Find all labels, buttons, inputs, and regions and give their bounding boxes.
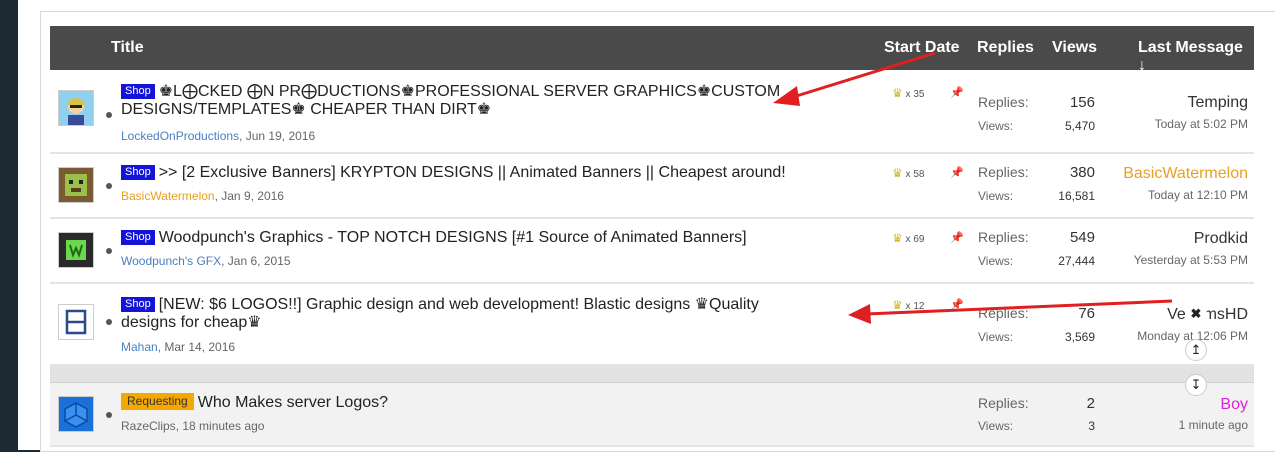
annotation-arrow-1	[789, 51, 936, 100]
annotation-arrowhead-2	[848, 304, 871, 324]
close-icon[interactable]: ✖	[1185, 304, 1207, 326]
scroll-up-icon[interactable]: ↥	[1185, 339, 1207, 361]
scroll-down-icon[interactable]: ↧	[1185, 374, 1207, 396]
annotation-arrows	[773, 51, 1173, 324]
annotation-arrowhead-1	[773, 86, 800, 106]
annotation-arrow-2	[865, 299, 1173, 316]
